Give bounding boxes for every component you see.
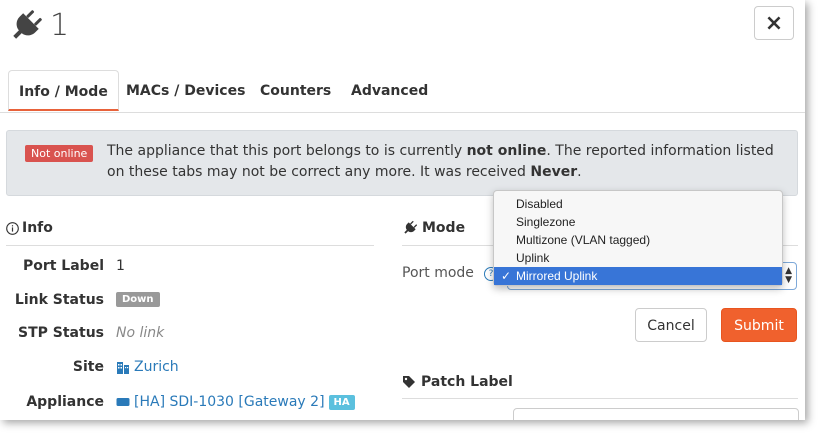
mode-section-title: Mode [402, 220, 465, 236]
checkmark-icon: ✓ [501, 269, 512, 283]
patch-label-input[interactable] [513, 408, 799, 420]
tab-bar: Info / Mode MACs / Devices Counters Adva… [0, 70, 805, 113]
tag-icon [403, 376, 415, 388]
appliance-icon [116, 398, 130, 406]
site-label: Site [72, 359, 104, 375]
appliance-link[interactable]: [HA] SDI-1030 [Gateway 2] [134, 394, 325, 410]
port-label-label: Port Label [22, 258, 104, 274]
port-number: 1 [50, 8, 70, 43]
site-link[interactable]: Zurich [134, 359, 179, 375]
select-arrows-icon: ▲ ▼ [785, 266, 792, 285]
link-status-value: Down [116, 292, 160, 307]
tab-counters[interactable]: Counters [260, 70, 331, 112]
submit-button[interactable]: Submit [721, 308, 797, 342]
plug-icon [13, 10, 42, 39]
port-mode-dropdown[interactable]: Disabled Singlezone Multizone (VLAN tagg… [493, 190, 783, 286]
appliance-label: Appliance [26, 394, 104, 410]
option-singlezone[interactable]: Singlezone [494, 213, 782, 231]
option-disabled[interactable]: Disabled [494, 195, 782, 213]
patch-divider [402, 398, 798, 399]
tab-macs-devices[interactable]: MACs / Devices [126, 70, 245, 112]
plug-icon [404, 220, 418, 234]
dialog-title: 1 [8, 8, 69, 44]
port-dialog: 1 × Info / Mode MACs / Devices Counters … [0, 0, 805, 420]
patch-section-title: Patch Label [402, 374, 513, 390]
stp-status-label: STP Status [18, 325, 104, 341]
appliance-value[interactable]: [HA] SDI-1030 [Gateway 2] HA [116, 394, 355, 410]
link-status-label: Link Status [14, 292, 104, 308]
port-mode-label: Port mode [402, 265, 474, 281]
ha-badge: HA [328, 394, 355, 410]
info-section-title: Info [6, 220, 53, 236]
tab-advanced[interactable]: Advanced [351, 70, 428, 112]
tab-info-mode[interactable]: Info / Mode [8, 70, 119, 111]
cancel-button[interactable]: Cancel [635, 308, 707, 342]
port-label-value: 1 [116, 258, 125, 274]
not-online-badge: Not online [25, 145, 94, 162]
site-value[interactable]: Zurich [116, 359, 179, 375]
building-icon [117, 362, 129, 374]
link-status-badge: Down [116, 292, 160, 307]
info-circle-icon [6, 221, 19, 235]
info-divider [6, 245, 374, 246]
close-button[interactable]: × [754, 6, 794, 40]
option-multizone[interactable]: Multizone (VLAN tagged) [494, 231, 782, 249]
offline-alert: Not online The appliance that this port … [6, 130, 798, 196]
option-mirrored-uplink[interactable]: ✓ Mirrored Uplink [494, 267, 782, 285]
stp-status-value: No link [116, 325, 165, 341]
option-uplink[interactable]: Uplink [494, 249, 782, 267]
alert-message: The appliance that this port belongs to … [107, 143, 774, 180]
